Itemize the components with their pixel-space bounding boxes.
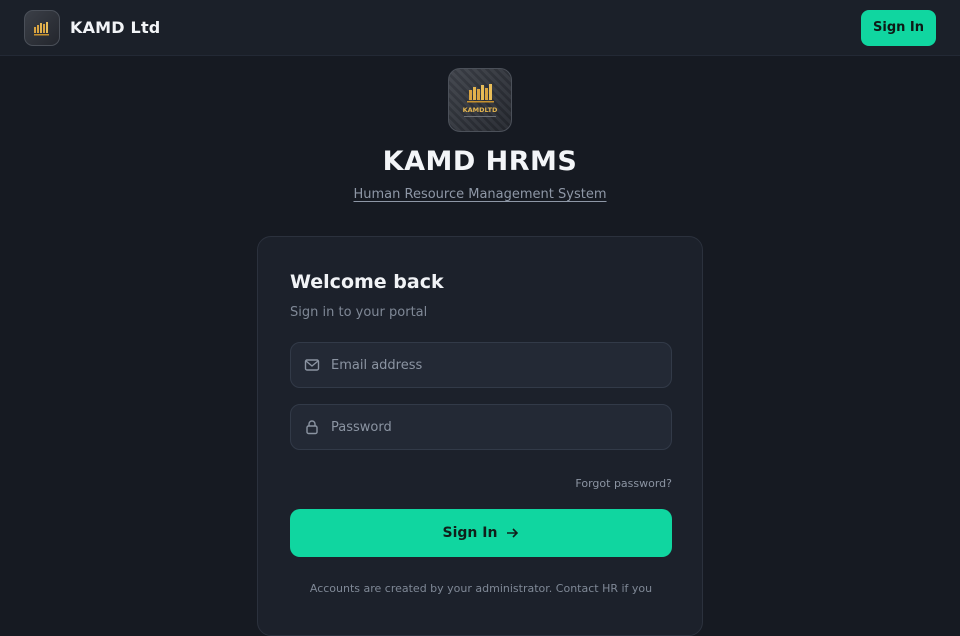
logo-mark-icon <box>34 21 49 35</box>
email-input[interactable] <box>331 357 659 373</box>
logo-text: KAMDLTD <box>463 106 498 114</box>
sign-in-button[interactable]: Sign In <box>290 509 672 557</box>
header-sign-in-button[interactable]: Sign In <box>861 9 936 46</box>
password-field[interactable] <box>290 404 672 450</box>
hrms-logo: KAMDLTD <box>448 68 512 132</box>
hero: KAMDLTD KAMD HRMS Human Resource Managem… <box>0 68 960 202</box>
hrms-logo-mark: KAMDLTD <box>463 84 498 117</box>
page-subtitle: Human Resource Management System <box>353 187 607 202</box>
sign-in-label: Sign In <box>442 525 498 541</box>
company-logo <box>24 9 60 46</box>
page-title: KAMD HRMS <box>382 146 578 177</box>
login-subtitle: Sign in to your portal <box>290 305 428 320</box>
arrow-right-icon <box>507 528 519 538</box>
logo-bars-icon <box>467 84 494 103</box>
forgot-password-link[interactable]: Forgot password? <box>575 477 672 490</box>
top-navbar: KAMD Ltd Sign In <box>0 0 960 56</box>
brand[interactable]: KAMD Ltd <box>24 9 161 46</box>
email-field[interactable] <box>290 342 672 388</box>
login-card: Welcome back Sign in to your portal Forg… <box>257 236 703 636</box>
forgot-row: Forgot password? <box>290 472 672 491</box>
lock-icon <box>303 418 321 436</box>
password-input[interactable] <box>331 419 659 435</box>
login-title: Welcome back <box>290 271 444 293</box>
mail-icon <box>303 356 321 374</box>
account-note: Accounts are created by your administrat… <box>309 582 653 595</box>
brand-name: KAMD Ltd <box>70 18 161 37</box>
